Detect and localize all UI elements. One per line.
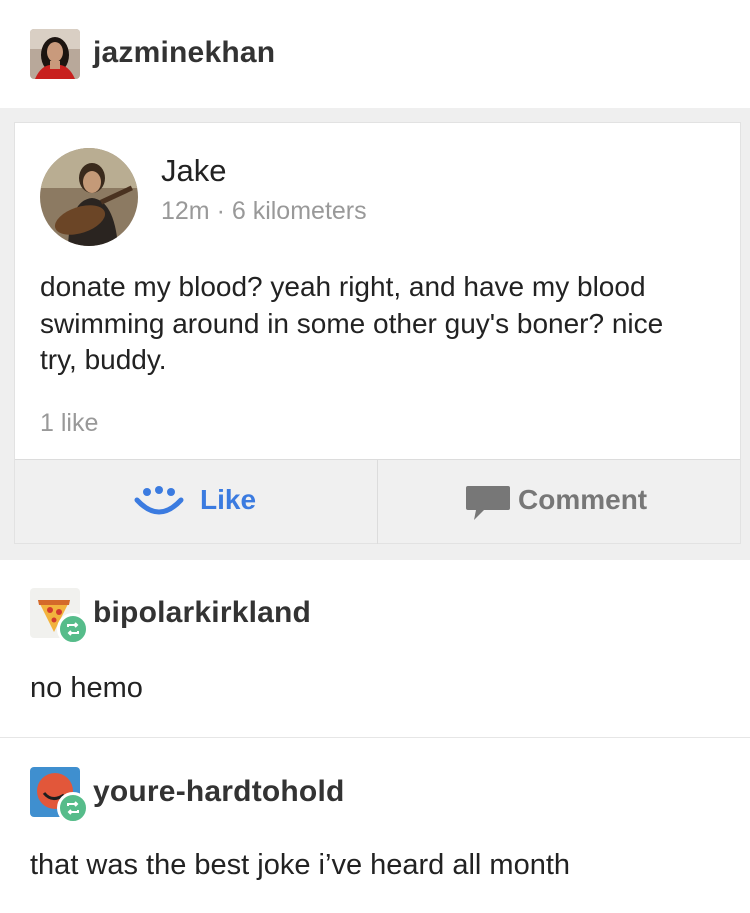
post-header: jazminekhan — [0, 0, 750, 108]
reblog-entry: youre-hardtohold that was the best joke … — [0, 739, 750, 913]
facebook-post-card: Jake 12m · 6 kilometers donate my blood?… — [14, 122, 741, 544]
post-text: donate my blood? yeah right, and have my… — [40, 271, 664, 375]
comment-button[interactable]: Comment — [378, 460, 740, 544]
reblog-icon — [57, 613, 89, 645]
speech-bubble-icon — [466, 486, 510, 520]
like-button[interactable]: Like — [15, 460, 377, 544]
reblog-entry: bipolarkirkland no hemo — [0, 560, 750, 738]
comment-label: Comment — [518, 484, 648, 515]
like-count[interactable]: 1 like — [40, 409, 98, 438]
reblog-icon — [57, 792, 89, 824]
username[interactable]: jazminekhan — [93, 36, 275, 70]
post-meta: 12m · 6 kilometers — [161, 197, 367, 225]
action-bar: Like Comment — [15, 459, 740, 544]
username[interactable]: youre-hardtohold — [93, 775, 345, 809]
author-name[interactable]: Jake — [161, 153, 226, 189]
like-label: Like — [200, 484, 257, 515]
smiley-icon — [134, 486, 184, 515]
reblog-comment: that was the best joke i’ve heard all mo… — [30, 849, 571, 881]
avatar[interactable] — [30, 29, 80, 79]
reblog-comment: no hemo — [30, 672, 143, 704]
author-avatar[interactable] — [40, 148, 138, 246]
username[interactable]: bipolarkirkland — [93, 596, 311, 630]
embedded-screenshot: Jake 12m · 6 kilometers donate my blood?… — [0, 108, 750, 560]
